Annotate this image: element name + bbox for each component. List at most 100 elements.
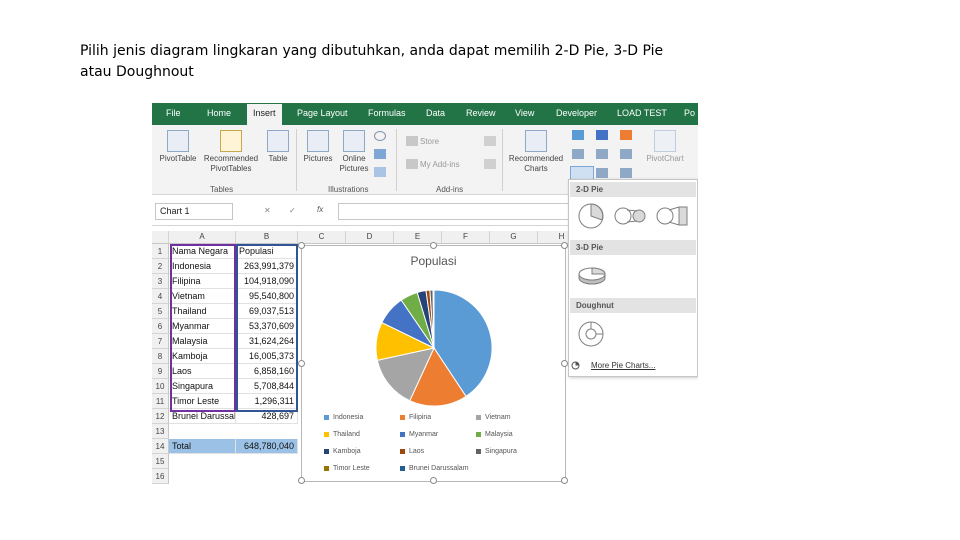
column-header[interactable]: A bbox=[169, 231, 236, 244]
tab-insert[interactable]: Insert bbox=[247, 104, 282, 125]
row-header[interactable]: 13 bbox=[152, 424, 169, 439]
pie-chart-object[interactable]: Populasi Indonesia Filipina Vietnam Thailan… bbox=[298, 242, 568, 484]
column-header[interactable]: G bbox=[490, 231, 538, 244]
bing-maps-icon[interactable] bbox=[484, 136, 496, 146]
row-header[interactable]: 6 bbox=[152, 319, 169, 334]
population-cell[interactable]: 31,624,264 bbox=[236, 334, 298, 349]
resize-handle[interactable] bbox=[298, 360, 305, 367]
row-header[interactable]: 14 bbox=[152, 439, 169, 454]
legend-entry[interactable]: Kamboja bbox=[324, 448, 361, 455]
resize-handle[interactable] bbox=[430, 477, 437, 484]
legend-entry[interactable]: Timor Leste bbox=[324, 465, 370, 472]
tab-file[interactable]: File bbox=[166, 108, 181, 118]
pie-plot-area[interactable] bbox=[302, 276, 565, 426]
country-cell[interactable]: Laos bbox=[169, 364, 236, 379]
waterfall-chart-icon[interactable] bbox=[620, 130, 632, 140]
population-cell[interactable]: 69,037,513 bbox=[236, 304, 298, 319]
pivotchart-button[interactable]: PivotChart bbox=[642, 130, 688, 164]
header-cell[interactable]: Populasi bbox=[236, 244, 298, 259]
country-cell[interactable]: Singapura bbox=[169, 379, 236, 394]
column-header[interactable]: B bbox=[236, 231, 298, 244]
pictures-button[interactable]: Pictures bbox=[300, 130, 336, 164]
my-addins-button[interactable]: My Add-ins bbox=[420, 160, 460, 169]
store-button[interactable]: Store bbox=[420, 137, 439, 146]
pie-of-pie-icon[interactable] bbox=[613, 202, 647, 230]
country-cell[interactable]: Timor Leste bbox=[169, 394, 236, 409]
fx-icon[interactable]: fx bbox=[317, 205, 323, 214]
resize-handle[interactable] bbox=[298, 477, 305, 484]
tab-review[interactable]: Review bbox=[466, 108, 496, 118]
shapes-icon[interactable] bbox=[374, 131, 386, 141]
tab-developer[interactable]: Developer bbox=[556, 108, 597, 118]
tab-home[interactable]: Home bbox=[207, 108, 231, 118]
population-cell[interactable]: 5,708,844 bbox=[236, 379, 298, 394]
country-cell[interactable]: Myanmar bbox=[169, 319, 236, 334]
enter-icon[interactable]: ✓ bbox=[289, 206, 296, 215]
country-cell[interactable]: Vietnam bbox=[169, 289, 236, 304]
line-chart-icon[interactable] bbox=[572, 149, 584, 159]
people-graph-icon[interactable] bbox=[484, 159, 496, 169]
legend-entry[interactable]: Indonesia bbox=[324, 414, 363, 421]
resize-handle[interactable] bbox=[561, 242, 568, 249]
statistic-chart-icon[interactable] bbox=[596, 149, 608, 159]
tab-view[interactable]: View bbox=[515, 108, 534, 118]
total-label-cell[interactable]: Total bbox=[169, 439, 236, 454]
smartart-icon[interactable] bbox=[374, 149, 386, 159]
screenshot-icon[interactable] bbox=[374, 167, 386, 177]
doughnut-icon[interactable] bbox=[577, 320, 605, 348]
population-cell[interactable]: 263,991,379 bbox=[236, 259, 298, 274]
population-cell[interactable]: 428,697 bbox=[236, 409, 298, 424]
country-cell[interactable]: Thailand bbox=[169, 304, 236, 319]
row-header[interactable]: 10 bbox=[152, 379, 169, 394]
country-cell[interactable]: Malaysia bbox=[169, 334, 236, 349]
select-all-corner[interactable] bbox=[152, 231, 169, 244]
row-header[interactable]: 11 bbox=[152, 394, 169, 409]
row-header[interactable]: 8 bbox=[152, 349, 169, 364]
row-header[interactable]: 2 bbox=[152, 259, 169, 274]
legend-entry[interactable]: Thailand bbox=[324, 431, 360, 438]
bar-of-pie-icon[interactable] bbox=[655, 202, 689, 230]
legend-entry[interactable]: Laos bbox=[400, 448, 424, 455]
pie-2d-icon[interactable] bbox=[577, 202, 605, 230]
country-cell[interactable]: Filipina bbox=[169, 274, 236, 289]
resize-handle[interactable] bbox=[430, 242, 437, 249]
row-header[interactable]: 15 bbox=[152, 454, 169, 469]
name-box[interactable]: Chart 1 bbox=[155, 203, 233, 220]
chart-title[interactable]: Populasi bbox=[302, 254, 565, 268]
row-header[interactable]: 7 bbox=[152, 334, 169, 349]
column-header[interactable]: C bbox=[298, 231, 346, 244]
legend-entry[interactable]: Malaysia bbox=[476, 431, 513, 438]
header-cell[interactable]: Nama Negara bbox=[169, 244, 236, 259]
population-cell[interactable]: 53,370,609 bbox=[236, 319, 298, 334]
cancel-icon[interactable]: ✕ bbox=[264, 206, 271, 215]
scatter-chart-icon[interactable] bbox=[620, 168, 632, 178]
population-cell[interactable]: 1,296,311 bbox=[236, 394, 298, 409]
tab-page-layout[interactable]: Page Layout bbox=[297, 108, 348, 118]
row-header[interactable]: 4 bbox=[152, 289, 169, 304]
tab-power[interactable]: Po bbox=[684, 108, 695, 118]
country-cell[interactable]: Brunei Darussalam bbox=[169, 409, 236, 424]
population-cell[interactable]: 104,918,090 bbox=[236, 274, 298, 289]
legend-entry[interactable]: Brunei Darussalam bbox=[400, 465, 469, 472]
total-value-cell[interactable]: 648,780,040 bbox=[236, 439, 298, 454]
online-pictures-button[interactable]: Online Pictures bbox=[337, 130, 371, 174]
row-header[interactable]: 5 bbox=[152, 304, 169, 319]
resize-handle[interactable] bbox=[298, 242, 305, 249]
recommended-pivottables-button[interactable]: Recommended PivotTables bbox=[200, 130, 262, 174]
pie-3d-icon[interactable] bbox=[577, 260, 607, 288]
country-cell[interactable]: Kamboja bbox=[169, 349, 236, 364]
row-header[interactable]: 16 bbox=[152, 469, 169, 484]
legend-entry[interactable]: Vietnam bbox=[476, 414, 511, 421]
row-header[interactable]: 1 bbox=[152, 244, 169, 259]
combo-chart-icon[interactable] bbox=[620, 149, 632, 159]
hierarchy-chart-icon[interactable] bbox=[596, 130, 608, 140]
tab-load-test[interactable]: LOAD TEST bbox=[617, 108, 667, 118]
legend-entry[interactable]: Singapura bbox=[476, 448, 517, 455]
tab-formulas[interactable]: Formulas bbox=[368, 108, 406, 118]
country-cell[interactable]: Indonesia bbox=[169, 259, 236, 274]
legend-entry[interactable]: Myanmar bbox=[400, 431, 438, 438]
row-header[interactable]: 9 bbox=[152, 364, 169, 379]
resize-handle[interactable] bbox=[561, 477, 568, 484]
legend-entry[interactable]: Filipina bbox=[400, 414, 431, 421]
population-cell[interactable]: 16,005,373 bbox=[236, 349, 298, 364]
